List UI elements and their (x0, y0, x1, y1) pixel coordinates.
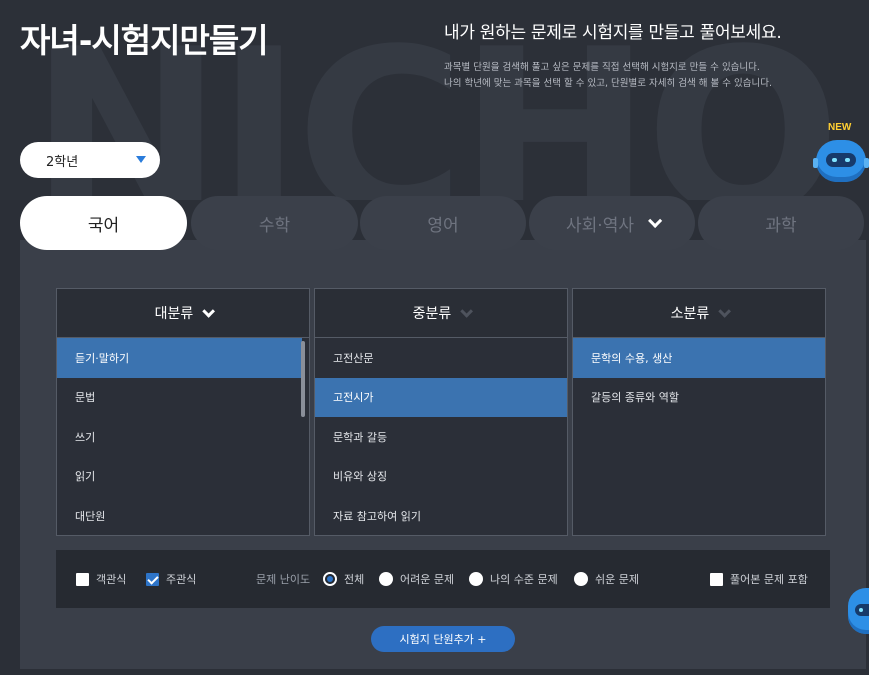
options-bar: 객관식 주관식 문제 난이도 전체 어려운 문제 나의 수준 문제 쉬운 문제 … (56, 550, 830, 608)
page-headline: 내가 원하는 문제로 시험지를 만들고 풀어보세요. (444, 23, 782, 43)
tab-korean[interactable]: 국어 (20, 196, 187, 250)
major-category-header[interactable]: 대분류 (57, 289, 309, 338)
robot-side-icon[interactable] (848, 588, 869, 634)
list-item[interactable]: 대단원 (57, 496, 309, 536)
tab-math[interactable]: 수학 (191, 196, 358, 250)
list-item[interactable]: 자료 참고하여 읽기 (315, 496, 567, 536)
radio-icon (574, 572, 588, 586)
list-item[interactable]: 듣기·말하기 (57, 338, 302, 378)
minor-category-header[interactable]: 소분류 (573, 289, 825, 338)
robot-mascot-button[interactable]: NEW (812, 118, 869, 188)
subjective-checkbox[interactable]: 주관식 (146, 571, 196, 587)
robot-icon (813, 140, 869, 182)
objective-checkbox[interactable]: 객관식 (76, 571, 126, 587)
middle-category-header[interactable]: 중분류 (315, 289, 567, 338)
middle-category-column: 중분류 고전산문 고전시가 문학과 갈등 비유와 상징 자료 참고하여 읽기 (314, 288, 568, 536)
chevron-down-icon (202, 304, 216, 318)
list-item[interactable]: 문법 (57, 378, 309, 418)
list-item[interactable]: 문학과 갈등 (315, 417, 567, 457)
chevron-down-icon (460, 304, 474, 318)
checkbox-checked-icon (146, 572, 159, 586)
list-item[interactable]: 비유와 상징 (315, 457, 567, 497)
include-solved-checkbox[interactable]: 풀어본 문제 포함 (710, 571, 808, 587)
minor-category-column: 소분류 문학의 수용, 생산 갈등의 종류와 역할 (572, 288, 826, 536)
list-item[interactable]: 고전시가 (315, 377, 567, 417)
chevron-down-icon (718, 304, 732, 318)
list-item[interactable]: 고전산문 (315, 338, 567, 378)
caret-down-icon (136, 156, 146, 163)
tab-science[interactable]: 과학 (698, 196, 864, 250)
radio-icon (469, 572, 483, 586)
list-item[interactable]: 읽기 (57, 457, 309, 497)
major-category-column: 대분류 듣기·말하기 문법 쓰기 읽기 대단원 (56, 288, 310, 536)
tab-english[interactable]: 영어 (360, 196, 526, 250)
checkbox-icon (76, 572, 89, 586)
chevron-down-icon (648, 213, 663, 228)
difficulty-hard-radio[interactable]: 어려운 문제 (379, 571, 454, 587)
page-title: 자녀-시험지만들기 (20, 21, 269, 60)
list-item[interactable]: 갈등의 종류와 역할 (573, 378, 825, 418)
difficulty-easy-radio[interactable]: 쉬운 문제 (574, 571, 639, 587)
difficulty-all-radio[interactable]: 전체 (323, 571, 364, 587)
bottom-edge (0, 669, 869, 675)
checkbox-icon (710, 572, 723, 586)
new-badge: NEW (828, 122, 852, 133)
scrollbar[interactable] (301, 341, 305, 417)
radio-checked-icon (323, 572, 337, 586)
list-item[interactable]: 문학의 수용, 생산 (573, 338, 825, 378)
grade-select[interactable]: 2학년 (20, 142, 160, 178)
add-unit-button[interactable]: 시험지 단원추가 + (371, 626, 515, 652)
tab-social-history[interactable]: 사회·역사 (529, 196, 695, 250)
page-description: 과목별 단원을 검색해 풀고 싶은 문제를 직접 선택해 시험지로 만들 수 있… (444, 62, 772, 89)
radio-icon (379, 572, 393, 586)
list-item[interactable]: 쓰기 (57, 417, 309, 457)
difficulty-label: 문제 난이도 (256, 573, 311, 586)
difficulty-mine-radio[interactable]: 나의 수준 문제 (469, 571, 558, 587)
subject-tabs: 국어 수학 영어 사회·역사 과학 (20, 196, 869, 250)
